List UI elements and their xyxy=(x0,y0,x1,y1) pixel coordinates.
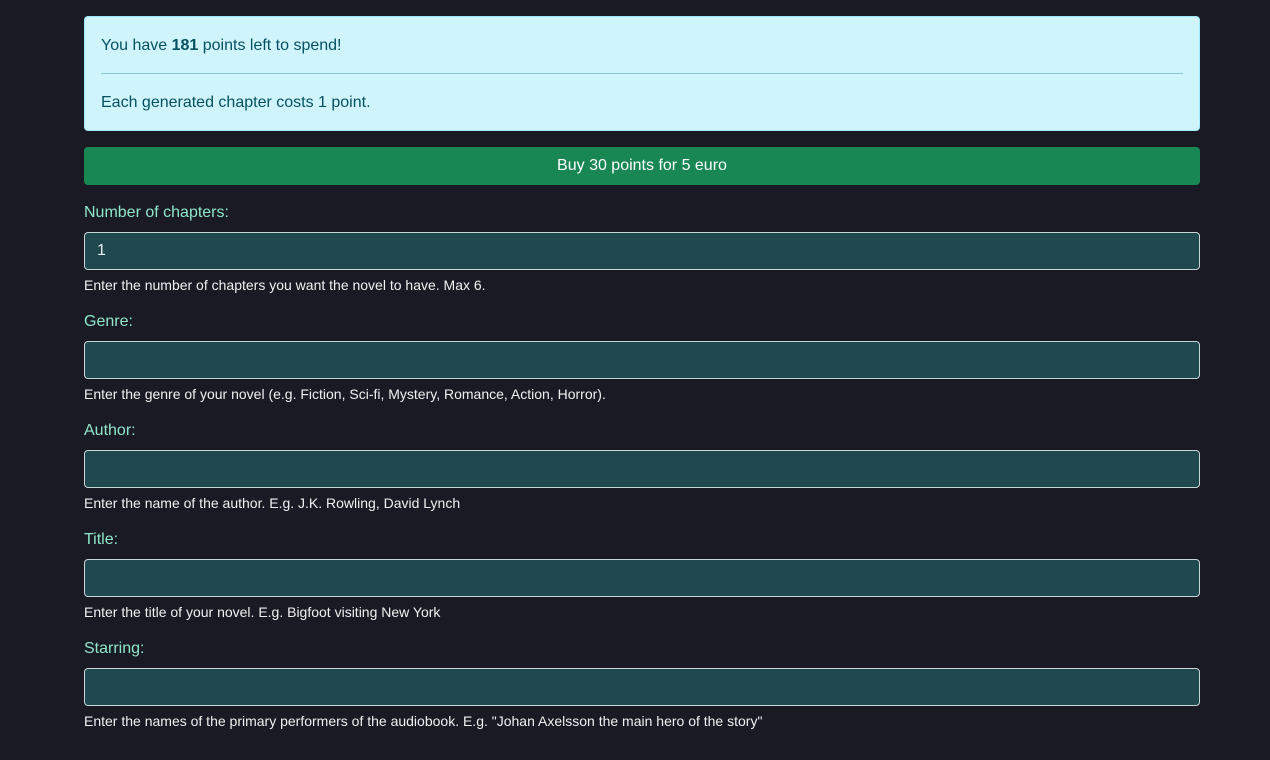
field-author: Author: Enter the name of the author. E.… xyxy=(84,420,1200,512)
author-label: Author: xyxy=(84,422,136,439)
genre-help-text: Enter the genre of your novel (e.g. Fict… xyxy=(84,386,606,402)
author-help-text: Enter the name of the author. E.g. J.K. … xyxy=(84,495,461,511)
starring-input[interactable] xyxy=(84,668,1200,706)
chapters-help-text: Enter the number of chapters you want th… xyxy=(84,277,486,293)
points-count: 181 xyxy=(171,37,199,54)
buy-points-button[interactable]: Buy 30 points for 5 euro xyxy=(84,147,1200,185)
title-input[interactable] xyxy=(84,559,1200,597)
points-remaining-text: You have 181 points left to spend! xyxy=(101,37,342,54)
field-genre: Genre: Enter the genre of your novel (e.… xyxy=(84,311,1200,403)
points-info-alert: You have 181 points left to spend! Each … xyxy=(84,16,1200,131)
chapters-label: Number of chapters: xyxy=(84,204,229,221)
starring-help-text: Enter the names of the primary performer… xyxy=(84,713,763,729)
novel-form-container: You have 181 points left to spend! Each … xyxy=(84,16,1200,730)
field-chapters: Number of chapters: Enter the number of … xyxy=(84,202,1200,294)
field-starring: Starring: Enter the names of the primary… xyxy=(84,638,1200,730)
chapters-input[interactable] xyxy=(84,232,1200,270)
chapter-cost-note: Each generated chapter costs 1 point. xyxy=(101,94,371,111)
title-label: Title: xyxy=(84,531,119,548)
genre-label: Genre: xyxy=(84,313,133,330)
genre-input[interactable] xyxy=(84,341,1200,379)
title-help-text: Enter the title of your novel. E.g. Bigf… xyxy=(84,604,441,620)
author-input[interactable] xyxy=(84,450,1200,488)
starring-label: Starring: xyxy=(84,640,145,657)
field-title: Title: Enter the title of your novel. E.… xyxy=(84,529,1200,621)
